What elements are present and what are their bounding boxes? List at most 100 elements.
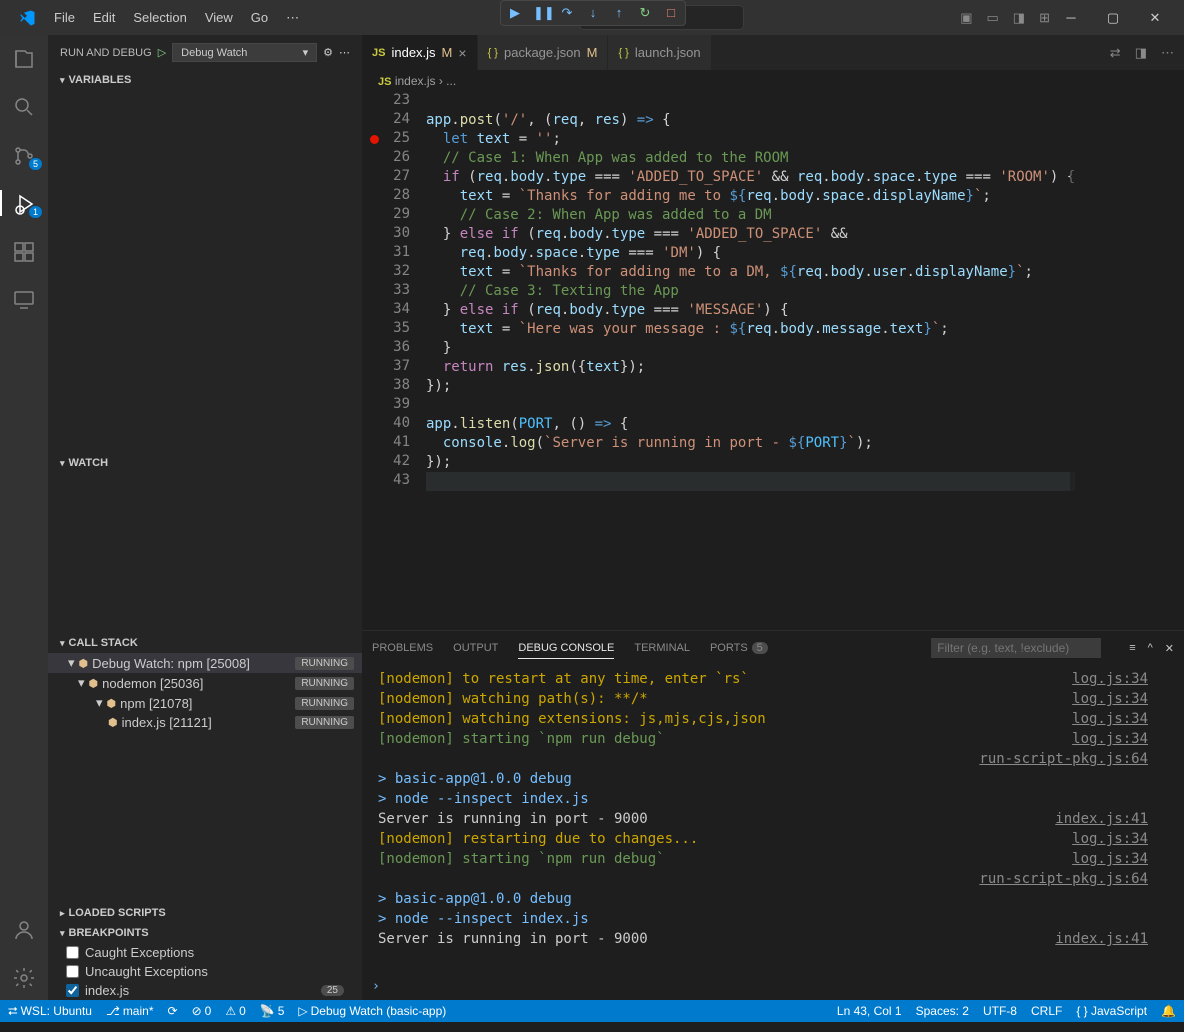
- settings-gear-icon[interactable]: [0, 964, 48, 990]
- debug-filter-input[interactable]: [931, 638, 1101, 658]
- callstack-section-header[interactable]: ▾CALL STACK: [48, 633, 362, 653]
- watch-section-header[interactable]: ▾WATCH: [48, 453, 362, 473]
- bp-uncaught-checkbox[interactable]: [66, 965, 79, 978]
- debug-console-output[interactable]: [nodemon] to restart at any time, enter …: [362, 665, 1184, 973]
- log-source-link[interactable]: log.js:34: [1072, 709, 1148, 729]
- panel-tab-problems[interactable]: PROBLEMS: [372, 638, 433, 658]
- variables-section-header[interactable]: ▾VARIABLES: [48, 70, 362, 90]
- debug-step-into-icon[interactable]: ↓: [585, 5, 601, 21]
- menu-bar: FileEditSelectionViewGo⋯: [46, 6, 307, 30]
- status-item[interactable]: { } JavaScript: [1076, 1004, 1147, 1018]
- callstack-item[interactable]: ⬢ index.js [21121]RUNNING: [48, 713, 362, 732]
- log-line: [nodemon] restarting due to changes...lo…: [378, 829, 1148, 849]
- panel-tab-ports[interactable]: PORTS5: [710, 638, 768, 658]
- log-source-link[interactable]: run-script-pkg.js:64: [979, 749, 1148, 769]
- panel-tab-output[interactable]: OUTPUT: [453, 638, 498, 658]
- status-item[interactable]: ⟳: [168, 1004, 178, 1019]
- scm-badge: 5: [29, 158, 42, 170]
- status-item[interactable]: 🔔: [1161, 1004, 1176, 1018]
- debug-restart-icon[interactable]: ↻: [637, 5, 653, 21]
- more-icon[interactable]: ⋯: [339, 46, 350, 59]
- log-source-link[interactable]: index.js:41: [1055, 809, 1148, 829]
- panel-tab-terminal[interactable]: TERMINAL: [634, 638, 690, 658]
- log-source-link[interactable]: log.js:34: [1072, 669, 1148, 689]
- log-source-link[interactable]: log.js:34: [1072, 729, 1148, 749]
- panel-maximize-icon[interactable]: ^: [1148, 642, 1153, 655]
- tab-launch.json[interactable]: { } launch.json: [608, 35, 711, 70]
- status-item[interactable]: ▷Debug Watch (basic-app): [298, 1004, 446, 1019]
- menu-⋯[interactable]: ⋯: [278, 6, 307, 30]
- status-item[interactable]: ⚠0: [225, 1004, 245, 1019]
- log-source-link[interactable]: log.js:34: [1072, 849, 1148, 869]
- bp-uncaught[interactable]: Uncaught Exceptions: [48, 962, 362, 981]
- tab-package.json[interactable]: { } package.json M: [478, 35, 609, 70]
- explorer-icon[interactable]: [0, 45, 48, 71]
- breakpoints-section-header[interactable]: ▾BREAKPOINTS: [48, 923, 362, 943]
- bp-caught[interactable]: Caught Exceptions: [48, 943, 362, 962]
- tab-close-icon[interactable]: ×: [458, 45, 466, 61]
- remote-explorer-icon[interactable]: [0, 286, 48, 312]
- tab-more-icon[interactable]: ⋯: [1161, 45, 1174, 61]
- callstack-item[interactable]: ▾ ⬢ nodemon [25036]RUNNING: [48, 673, 362, 693]
- log-source-link[interactable]: log.js:34: [1072, 829, 1148, 849]
- start-debug-icon[interactable]: ▷: [158, 46, 166, 59]
- debug-continue-icon[interactable]: ▶: [507, 5, 523, 21]
- bp-file-checkbox[interactable]: [66, 984, 79, 997]
- panel-tabs: PROBLEMS OUTPUT DEBUG CONSOLE TERMINAL PORTS…: [362, 631, 1184, 665]
- scm-icon[interactable]: 5: [0, 141, 48, 167]
- window-close-icon[interactable]: ✕: [1134, 10, 1176, 26]
- menu-go[interactable]: Go: [243, 6, 276, 30]
- search-icon[interactable]: [0, 93, 48, 119]
- debug-stop-icon[interactable]: □: [663, 5, 679, 21]
- extensions-icon[interactable]: [0, 238, 48, 264]
- compare-icon[interactable]: ⇄: [1110, 45, 1121, 61]
- status-item[interactable]: Spaces: 2: [916, 1004, 969, 1018]
- callstack-item[interactable]: ▾ ⬢ npm [21078]RUNNING: [48, 693, 362, 713]
- window-maximize-icon[interactable]: ▢: [1092, 10, 1134, 26]
- debug-settings-icon[interactable]: ⚙: [323, 46, 333, 59]
- menu-edit[interactable]: Edit: [85, 6, 123, 30]
- breakpoint-dot-icon[interactable]: [370, 135, 379, 144]
- debug-icon[interactable]: 1: [0, 190, 48, 216]
- menu-selection[interactable]: Selection: [125, 6, 194, 30]
- bp-caught-checkbox[interactable]: [66, 946, 79, 959]
- log-source-link[interactable]: index.js:41: [1055, 929, 1148, 949]
- tab-index.js[interactable]: JS index.js M ×: [362, 35, 478, 70]
- minimap[interactable]: [1070, 92, 1170, 630]
- status-item[interactable]: ⊘0: [192, 1004, 212, 1019]
- layout-icon-0[interactable]: ▣: [960, 10, 972, 26]
- debug-step-over-icon[interactable]: ↷: [559, 5, 575, 21]
- breakpoints-section: Caught Exceptions Uncaught Exceptions in…: [48, 943, 362, 1000]
- debug-config-select[interactable]: Debug Watch ▾: [172, 43, 317, 62]
- log-line: [nodemon] watching path(s): **/*log.js:3…: [378, 689, 1148, 709]
- layout-icon-3[interactable]: ⊞: [1039, 10, 1050, 26]
- layout-icon-1[interactable]: ▭: [987, 10, 999, 26]
- panel-list-icon[interactable]: ≡: [1129, 642, 1135, 655]
- layout-icon-2[interactable]: ◨: [1013, 10, 1025, 26]
- bp-file[interactable]: index.js25: [48, 981, 362, 1000]
- log-line: Server is running in port - 9000index.js…: [378, 929, 1148, 949]
- panel-close-icon[interactable]: ✕: [1165, 642, 1174, 655]
- debug-step-out-icon[interactable]: ↑: [611, 5, 627, 21]
- loaded-scripts-header[interactable]: ▸LOADED SCRIPTS: [48, 903, 362, 923]
- panel-tab-debug-console[interactable]: DEBUG CONSOLE: [518, 638, 614, 659]
- callstack-section: ▾ ⬢ Debug Watch: npm [25008]RUNNING▾ ⬢ n…: [48, 653, 362, 903]
- status-item[interactable]: UTF-8: [983, 1004, 1017, 1018]
- status-item[interactable]: ⮂WSL: Ubuntu: [8, 1004, 92, 1019]
- account-icon[interactable]: [0, 916, 48, 942]
- split-editor-icon[interactable]: ◨: [1135, 45, 1147, 61]
- status-item[interactable]: ⎇main*: [106, 1004, 154, 1019]
- log-source-link[interactable]: log.js:34: [1072, 689, 1148, 709]
- status-item[interactable]: CRLF: [1031, 1004, 1062, 1018]
- log-source-link[interactable]: run-script-pkg.js:64: [979, 869, 1148, 889]
- menu-view[interactable]: View: [197, 6, 241, 30]
- status-item[interactable]: Ln 43, Col 1: [837, 1004, 902, 1018]
- debug-pause-icon[interactable]: ❚❚: [533, 5, 549, 21]
- breadcrumbs[interactable]: JS index.js › ...: [362, 70, 1184, 92]
- menu-file[interactable]: File: [46, 6, 83, 30]
- debug-console-input[interactable]: ›: [362, 973, 1184, 1000]
- window-minimize-icon[interactable]: ─: [1050, 10, 1092, 25]
- callstack-item[interactable]: ▾ ⬢ Debug Watch: npm [25008]RUNNING: [48, 653, 362, 673]
- status-item[interactable]: 📡5: [260, 1004, 285, 1019]
- editor[interactable]: 2324252627282930313233343536373839404142…: [362, 92, 1184, 630]
